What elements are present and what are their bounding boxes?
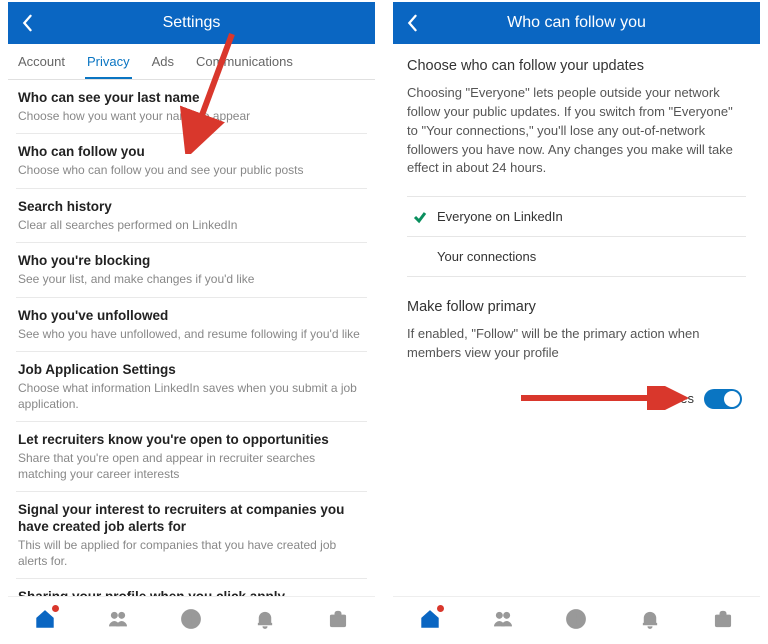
nav-jobs[interactable]	[705, 601, 741, 637]
option-label: Your connections	[437, 249, 536, 264]
row-sub: Share that you're open and appear in rec…	[18, 451, 365, 482]
option-label: Everyone on LinkedIn	[437, 209, 563, 224]
follow-primary-toggle[interactable]	[704, 389, 742, 409]
tab-ads[interactable]: Ads	[150, 44, 176, 79]
row-open-to-opportunities[interactable]: Let recruiters know you're open to oppor…	[16, 422, 367, 492]
toggle-label: Yes	[673, 391, 694, 406]
section-desc: If enabled, "Follow" will be the primary…	[407, 325, 746, 363]
settings-tabs: Account Privacy Ads Communications	[8, 44, 375, 80]
option-everyone[interactable]: Everyone on LinkedIn	[407, 197, 746, 237]
row-title: Who you're blocking	[18, 253, 365, 270]
row-unfollowed[interactable]: Who you've unfollowed See who you have u…	[16, 298, 367, 352]
section-title: Choose who can follow your updates	[407, 58, 746, 74]
row-title: Who can follow you	[18, 144, 365, 161]
row-who-can-follow[interactable]: Who can follow you Choose who can follow…	[16, 134, 367, 188]
back-button[interactable]	[20, 2, 34, 44]
briefcase-icon	[712, 608, 734, 630]
nav-home[interactable]	[27, 601, 63, 637]
tab-communications[interactable]: Communications	[194, 44, 295, 79]
network-icon	[107, 608, 129, 630]
plus-circle-icon	[180, 608, 202, 630]
nav-jobs[interactable]	[320, 601, 356, 637]
follow-primary-toggle-row: Yes	[407, 389, 746, 409]
back-button[interactable]	[405, 2, 419, 44]
network-icon	[492, 608, 514, 630]
row-sub: See your list, and make changes if you'd…	[18, 272, 365, 288]
row-sub: Choose what information LinkedIn saves w…	[18, 381, 365, 412]
row-sub: Choose who can follow you and see your p…	[18, 163, 365, 179]
row-sub: This will be applied for companies that …	[18, 538, 365, 569]
row-title: Let recruiters know you're open to oppor…	[18, 432, 365, 449]
content: Choose who can follow your updates Choos…	[393, 44, 760, 596]
section-desc: Choosing "Everyone" lets people outside …	[407, 84, 746, 178]
row-title: Job Application Settings	[18, 362, 365, 379]
header-title: Who can follow you	[393, 14, 760, 32]
section-title: Make follow primary	[407, 299, 746, 315]
nav-post[interactable]	[558, 601, 594, 637]
row-title: Search history	[18, 199, 365, 216]
row-sharing-profile[interactable]: Sharing your profile when you click appl…	[16, 579, 367, 596]
bell-icon	[254, 608, 276, 630]
bell-icon	[639, 608, 661, 630]
row-search-history[interactable]: Search history Clear all searches perfor…	[16, 189, 367, 243]
row-title: Signal your interest to recruiters at co…	[18, 502, 365, 536]
header: Settings	[8, 2, 375, 44]
row-title: Who can see your last name	[18, 90, 365, 107]
tab-account[interactable]: Account	[16, 44, 67, 79]
nav-network[interactable]	[100, 601, 136, 637]
settings-list: Who can see your last name Choose how yo…	[8, 80, 375, 596]
nav-home[interactable]	[412, 601, 448, 637]
check-icon	[409, 210, 431, 224]
chevron-left-icon	[20, 14, 34, 32]
bottom-nav	[8, 596, 375, 642]
notification-badge	[51, 604, 60, 613]
follow-options: Everyone on LinkedIn Your connections	[407, 196, 746, 277]
option-connections[interactable]: Your connections	[407, 237, 746, 277]
row-sub: See who you have unfollowed, and resume …	[18, 327, 365, 343]
follow-settings-screen: Who can follow you Choose who can follow…	[393, 2, 760, 642]
nav-notifications[interactable]	[247, 601, 283, 637]
row-blocking[interactable]: Who you're blocking See your list, and m…	[16, 243, 367, 297]
bottom-nav	[393, 596, 760, 642]
row-job-application[interactable]: Job Application Settings Choose what inf…	[16, 352, 367, 422]
row-sub: Clear all searches performed on LinkedIn	[18, 218, 365, 234]
notification-badge	[436, 604, 445, 613]
header: Who can follow you	[393, 2, 760, 44]
row-title: Sharing your profile when you click appl…	[18, 589, 365, 596]
row-last-name[interactable]: Who can see your last name Choose how yo…	[16, 80, 367, 134]
header-title: Settings	[8, 14, 375, 32]
settings-screen: Settings Account Privacy Ads Communicati…	[8, 2, 375, 642]
nav-notifications[interactable]	[632, 601, 668, 637]
plus-circle-icon	[565, 608, 587, 630]
tab-privacy[interactable]: Privacy	[85, 44, 132, 79]
row-signal-interest[interactable]: Signal your interest to recruiters at co…	[16, 492, 367, 579]
chevron-left-icon	[405, 14, 419, 32]
nav-network[interactable]	[485, 601, 521, 637]
row-title: Who you've unfollowed	[18, 308, 365, 325]
briefcase-icon	[327, 608, 349, 630]
nav-post[interactable]	[173, 601, 209, 637]
row-sub: Choose how you want your name to appear	[18, 109, 365, 125]
